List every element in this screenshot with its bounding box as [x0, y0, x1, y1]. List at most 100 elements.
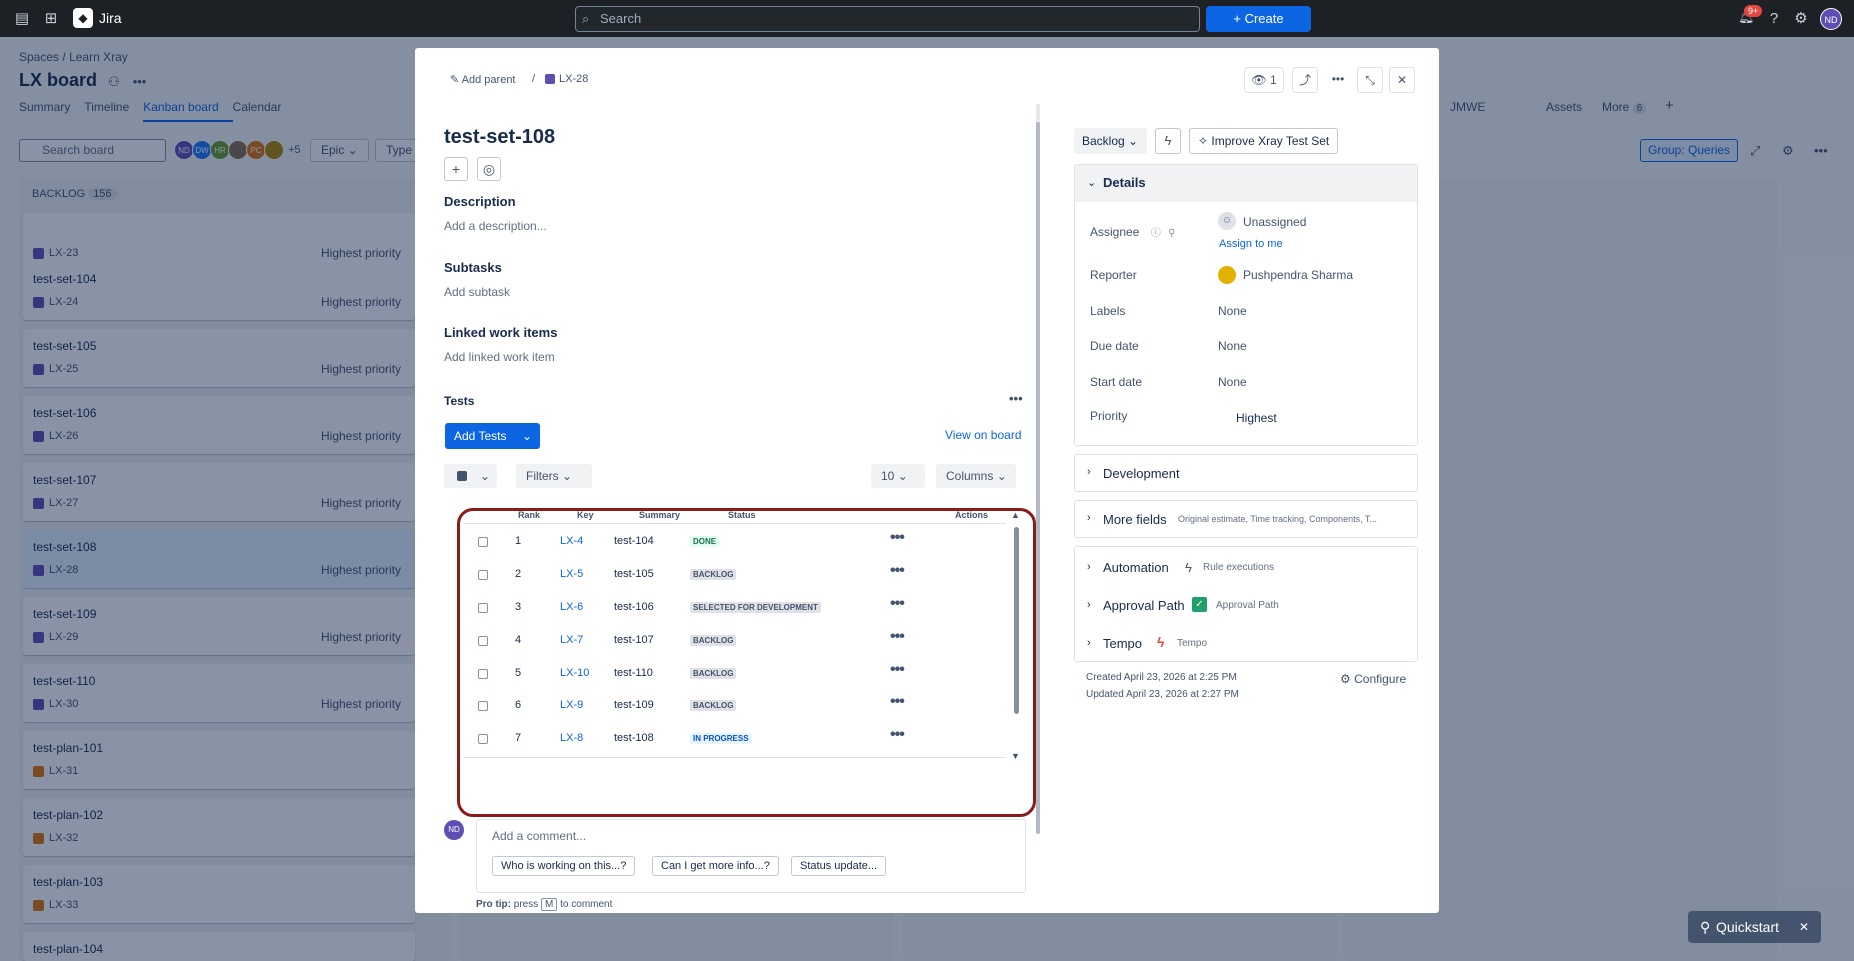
top-navigation-bar: ▤ ⊞ ◆ Jira ⌕ Search + Create 🔔︎ 9+ ? ⚙ ND [0, 0, 1854, 37]
automation-bolt-icon: ϟ [1185, 560, 1192, 575]
tempo-heading: Tempo [1103, 636, 1143, 651]
chevron-right-icon: › [1087, 512, 1091, 524]
automation-row[interactable]: › Automation ϟ Rule executions [1075, 556, 1417, 582]
add-tests-button[interactable]: Add Tests ⌄ [445, 423, 540, 449]
select-all-dropdown[interactable]: ⌄ [444, 464, 497, 488]
avatar [1218, 266, 1236, 284]
quickstart-label: Quickstart [1716, 919, 1780, 935]
more-fields-heading: More fields [1103, 512, 1167, 527]
filters-dropdown[interactable]: Filters ⌄ [516, 464, 592, 488]
bolt-icon[interactable]: ϟ [1155, 128, 1181, 154]
notifications-bell-icon[interactable]: 🔔︎ 9+ [1738, 5, 1763, 25]
pro-tip-press: press [513, 899, 539, 910]
left-scrollbar[interactable] [1036, 122, 1040, 834]
page-size-select[interactable]: 10 ⌄ [871, 464, 925, 488]
columns-label: Columns [946, 469, 994, 483]
work-item-title[interactable]: test-set-108 [444, 126, 555, 149]
tempo-row[interactable]: › Tempo ϟ Tempo [1075, 632, 1417, 658]
highlight-box [457, 508, 1036, 817]
watch-count: 1 [1269, 73, 1277, 87]
search-icon: ⌕ [582, 11, 590, 26]
pro-tip-label: Pro tip: [476, 899, 511, 910]
reporter-value[interactable]: Pushpendra Sharma [1243, 268, 1353, 282]
page-size-value: 10 [881, 469, 895, 483]
due-date-label: Due date [1090, 339, 1139, 353]
configure-label: Configure [1354, 672, 1407, 686]
add-icon[interactable]: + [444, 157, 468, 181]
labels-value[interactable]: None [1218, 304, 1247, 318]
app-name[interactable]: Jira [99, 10, 122, 26]
add-tests-label: Add Tests [454, 429, 507, 443]
global-search-input[interactable]: ⌕ Search [575, 6, 1200, 32]
collapse-icon[interactable]: ⤡ [1357, 67, 1383, 93]
work-item-dialog: ✎ Add parent / LX-28 👁︎ 1 ⤴ ••• ⤡ ✕ test… [415, 48, 1439, 913]
quickstart-button[interactable]: ⚲ Quickstart ✕ [1688, 911, 1821, 943]
add-parent-link[interactable]: ✎ Add parent [450, 73, 516, 86]
sidebar-toggle-icon[interactable]: ▤ [12, 10, 32, 28]
approval-path-row[interactable]: › Approval Path ✓ Approval Path [1075, 594, 1417, 620]
development-heading: Development [1103, 466, 1180, 481]
lightbulb-icon: ⚲ [1700, 919, 1711, 935]
suggestion-who-button[interactable]: Who is working on this...? [492, 856, 636, 876]
tests-more-icon[interactable]: ••• [1009, 391, 1023, 406]
add-parent-label: Add parent [461, 74, 516, 86]
chevron-down-icon: ⌄ [1087, 177, 1097, 189]
priority-value[interactable]: Highest [1236, 411, 1277, 425]
details-header[interactable]: ⌄ Details [1075, 165, 1417, 202]
close-icon[interactable]: ✕ [1389, 67, 1415, 93]
close-icon[interactable]: ✕ [1799, 911, 1809, 943]
columns-dropdown[interactable]: Columns ⌄ [936, 464, 1016, 488]
work-item-key-link[interactable]: LX-28 [545, 73, 588, 85]
view-on-board-link[interactable]: View on board [945, 428, 1022, 442]
settings-gear-icon[interactable]: ⚙ [1791, 10, 1811, 28]
help-icon[interactable]: ? [1764, 10, 1784, 28]
share-icon[interactable]: ⤴ [1292, 67, 1318, 93]
labels-label: Labels [1090, 304, 1126, 318]
apps-icon[interactable]: ◎ [477, 157, 501, 181]
status-dropdown[interactable]: Backlog ⌄ [1074, 128, 1147, 154]
due-date-value[interactable]: None [1218, 339, 1247, 353]
chevron-down-icon: ⌄ [480, 469, 491, 483]
gear-icon: ⚙ [1340, 672, 1351, 686]
checkbox-icon [457, 471, 467, 481]
chevron-down-icon: ⌄ [521, 429, 532, 443]
app-switcher-icon[interactable]: ⊞ [41, 10, 61, 28]
subtasks-heading: Subtasks [444, 260, 502, 275]
user-avatar[interactable]: ND [1820, 8, 1842, 30]
tests-heading: Tests [444, 394, 475, 408]
add-subtask-link[interactable]: Add subtask [444, 285, 510, 299]
assignee-label-text: Assignee [1090, 225, 1140, 239]
suggestion-more-info-button[interactable]: Can I get more info...? [652, 856, 779, 876]
reporter-label: Reporter [1090, 268, 1137, 282]
notification-badge: 9+ [1744, 5, 1763, 17]
assignee-value[interactable]: Unassigned [1243, 215, 1306, 229]
avatar: ND [444, 820, 464, 840]
updated-timestamp: Updated April 23, 2026 at 2:27 PM [1086, 689, 1239, 700]
rule-executions-label: Rule executions [1203, 562, 1275, 573]
more-actions-icon[interactable]: ••• [1325, 67, 1351, 93]
watch-button[interactable]: 👁︎ 1 [1244, 67, 1284, 93]
start-date-value[interactable]: None [1218, 375, 1247, 389]
breadcrumb-separator: / [532, 73, 536, 85]
info-icon[interactable]: ⓘ [1151, 228, 1161, 239]
pin-icon[interactable]: ⚲ [1168, 228, 1175, 239]
approval-path-hint: Approval Path [1216, 600, 1279, 611]
search-placeholder: Search [600, 11, 642, 26]
create-button[interactable]: + Create [1206, 6, 1311, 32]
improve-button[interactable]: ✧ Improve Xray Test Set [1189, 128, 1339, 154]
tempo-hint: Tempo [1177, 638, 1208, 649]
assign-to-me-link[interactable]: Assign to me [1219, 238, 1283, 250]
assignee-label: Assignee ⓘ ⚲ [1090, 224, 1175, 239]
configure-button[interactable]: ⚙ Configure [1340, 672, 1406, 686]
pro-tip-key: M [541, 898, 558, 911]
development-panel[interactable]: › Development [1074, 454, 1418, 492]
jira-logo-icon[interactable]: ◆ [73, 8, 93, 28]
description-field[interactable]: Add a description... [444, 219, 547, 233]
suggestion-status-button[interactable]: Status update... [791, 856, 887, 876]
linked-items-heading: Linked work items [444, 325, 558, 340]
pro-tip-rest: to comment [560, 899, 613, 910]
add-linked-item-link[interactable]: Add linked work item [444, 350, 555, 364]
more-fields-panel[interactable]: › More fields Original estimate, Time trac… [1074, 500, 1418, 538]
more-fields-hint: Original estimate, Time tracking, Compon… [1178, 514, 1377, 524]
comment-placeholder: Add a comment... [492, 829, 587, 843]
